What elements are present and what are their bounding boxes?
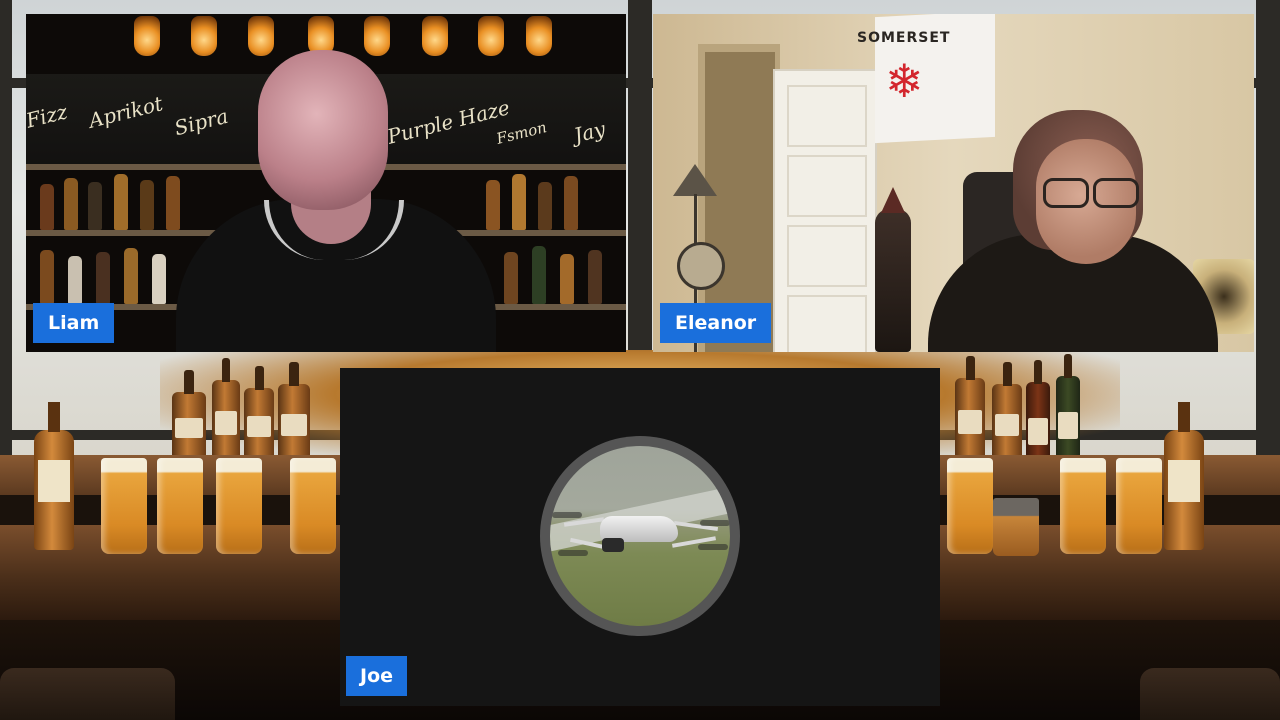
- video-tile-eleanor[interactable]: SOMERSET ❄ Eleanor: [653, 14, 1254, 352]
- glasses: [1039, 178, 1139, 208]
- video-tile-joe[interactable]: Joe: [340, 368, 940, 706]
- light-bulb: [478, 16, 504, 56]
- light-bulb: [134, 16, 160, 56]
- shelf-bottle: [166, 176, 180, 230]
- shelf-bottle: [40, 250, 54, 304]
- shelf-bottle: [140, 180, 154, 230]
- background-bar-stool: [0, 668, 175, 720]
- background-bottle: [992, 362, 1022, 458]
- participant-name-tag: Joe: [346, 656, 408, 696]
- background-tall-bottle: [34, 402, 74, 550]
- shelf-bottle: [114, 174, 128, 230]
- video-tile-liam[interactable]: Fizz Aprikot Sipra Purple Haze Fsmon Jay: [26, 14, 626, 352]
- background-pint-glass: [157, 458, 203, 554]
- light-bulb: [526, 16, 552, 56]
- shelf-bottle: [64, 178, 78, 230]
- shelf-bottle: [96, 252, 110, 304]
- shelf-bottle: [512, 174, 526, 230]
- background-bottle: [212, 358, 240, 458]
- light-bulb: [422, 16, 448, 56]
- background-bottle: [955, 356, 985, 458]
- shelf-bottle: [564, 176, 578, 230]
- shelf-bottle: [588, 250, 602, 304]
- lamp-icon: [673, 164, 717, 196]
- background-bar-stool: [1140, 668, 1280, 720]
- background-tall-bottle: [1164, 402, 1204, 550]
- chalkboard-text: Aprikot: [86, 91, 166, 133]
- shelf-bottle: [68, 256, 82, 304]
- background-bottle: [278, 362, 310, 458]
- chalkboard-text: Purple Haze: [384, 95, 513, 149]
- drone-rotor: [558, 550, 588, 556]
- shelf-bottle: [560, 254, 574, 304]
- video-call-stage: Fizz Aprikot Sipra Purple Haze Fsmon Jay: [0, 0, 1280, 720]
- background-pint-glass: [947, 458, 993, 554]
- shelf-bottle: [40, 184, 54, 230]
- light-bulb: [248, 16, 274, 56]
- shelf-bottle: [152, 254, 166, 304]
- drone-rotor: [698, 544, 728, 550]
- participant-video-person: [258, 50, 388, 210]
- participant-avatar: [550, 446, 730, 626]
- dragon-icon: ❄: [885, 54, 924, 108]
- shelf-bottle: [124, 248, 138, 304]
- participant-avatar-ring: [540, 436, 740, 636]
- drone-camera: [602, 538, 624, 552]
- drone-rotor: [552, 512, 582, 518]
- background-pint-glass: [290, 458, 336, 554]
- shelf-bottle: [504, 252, 518, 304]
- background-whisky-glass: [993, 498, 1039, 556]
- shelf-bottle: [88, 182, 102, 230]
- drone-rotor: [700, 520, 730, 526]
- chalkboard-text: Fizz: [26, 99, 70, 133]
- background-pint-glass: [1060, 458, 1106, 554]
- drum-icon: [677, 242, 725, 290]
- chalkboard-text: Sipra: [171, 103, 231, 141]
- background-bottle: [1056, 354, 1080, 466]
- flag-text: SOMERSET: [857, 30, 951, 46]
- shelf-bottle: [538, 182, 552, 230]
- chalkboard-text: Jay: [571, 116, 608, 148]
- background-mullion: [1256, 0, 1280, 460]
- background-bottle: [244, 366, 274, 458]
- background-pint-glass: [1116, 458, 1162, 554]
- light-bulb: [364, 16, 390, 56]
- background-pint-glass: [101, 458, 147, 554]
- background-mullion: [0, 0, 12, 460]
- shelf-bottle: [532, 246, 546, 304]
- wizard-figurine: [875, 187, 911, 352]
- participant-name-tag: Eleanor: [660, 303, 772, 343]
- participant-name-tag: Liam: [33, 303, 115, 343]
- shelf-bottle: [486, 180, 500, 230]
- background-pint-glass: [216, 458, 262, 554]
- chalkboard-text: Fsmon: [494, 118, 549, 148]
- door: [773, 69, 877, 352]
- light-bulb: [191, 16, 217, 56]
- background-bottle: [172, 370, 206, 458]
